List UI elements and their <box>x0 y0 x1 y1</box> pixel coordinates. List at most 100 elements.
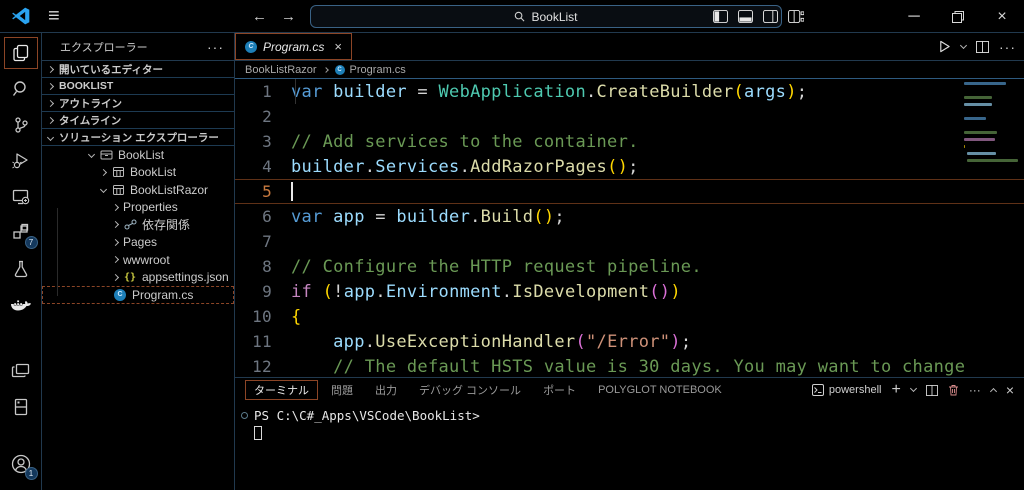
code-line-7[interactable]: 7 <box>235 229 1024 254</box>
remote-explorer-icon[interactable] <box>4 181 38 213</box>
code-line-5[interactable]: 5 <box>235 179 1024 204</box>
terminal-dropdown-icon[interactable] <box>909 384 917 393</box>
explorer-sidebar: エクスプローラー ··· 開いているエディター BOOKLIST アウトライン タイム… <box>42 33 235 490</box>
run-dropdown-icon[interactable] <box>959 41 968 49</box>
sidebar-section-1[interactable]: BOOKLIST <box>42 78 234 95</box>
panel-tab-1[interactable]: 問題 <box>322 380 362 400</box>
sidebar-section-0[interactable]: 開いているエディター <box>42 61 234 78</box>
code-line-11[interactable]: 11 app.UseExceptionHandler("/Error"); <box>235 79 1024 354</box>
panel-tab-4[interactable]: ポート <box>534 380 585 400</box>
toggle-panel-icon[interactable] <box>738 10 753 23</box>
tree-item-properties[interactable]: Properties <box>42 199 234 217</box>
search-view-icon[interactable] <box>4 73 38 105</box>
code-line-4[interactable]: 4 builder.Services.AddRazorPages(); <box>235 154 1024 179</box>
code-editor[interactable]: 1 var builder = WebApplication.CreateBuil… <box>235 79 1024 377</box>
customize-layout-icon[interactable] <box>788 10 804 23</box>
toggle-primary-sidebar-icon[interactable] <box>713 10 728 23</box>
code-line-8[interactable]: 8// Configure the HTTP request pipeline. <box>235 254 1024 279</box>
line-number[interactable]: 6 <box>235 207 291 226</box>
sidebar-section-4[interactable]: ソリューション エクスプローラー <box>42 129 234 146</box>
window-close-button[interactable]: × <box>980 0 1024 33</box>
nav-forward-icon[interactable]: → <box>281 8 296 25</box>
line-number[interactable]: 3 <box>235 132 291 151</box>
code-line-9[interactable]: 9 if (!app.Environment.IsDevelopment()) <box>235 279 1024 304</box>
tree-item-label: Pages <box>123 235 158 250</box>
explorer-icon[interactable] <box>3 37 38 69</box>
terminal-shell-chip[interactable]: powershell <box>811 384 881 396</box>
run-and-debug-icon[interactable] <box>4 145 38 177</box>
code-line-6[interactable]: 6 var app = builder.Build(); <box>235 204 1024 229</box>
menu-hamburger-icon[interactable]: ≡ <box>48 6 60 26</box>
line-number[interactable]: 2 <box>235 107 291 126</box>
line-number[interactable]: 7 <box>235 232 291 251</box>
code-text: app.UseExceptionHandler("/Error"); <box>333 331 692 352</box>
tab-close-icon[interactable]: × <box>334 39 342 54</box>
kill-terminal-trash-icon[interactable] <box>948 384 959 396</box>
extensions-icon[interactable]: 7 <box>4 217 38 249</box>
breadcrumb-project[interactable]: BookListRazor <box>245 64 317 76</box>
sidebar-section-3[interactable]: タイムライン <box>42 112 234 129</box>
tree-item-label: Properties <box>123 200 178 215</box>
code-line-10[interactable]: 10{ <box>235 304 1024 329</box>
breadcrumb-file[interactable]: Program.cs <box>350 64 406 76</box>
code-line-12[interactable]: 12 // The default HSTS value is 30 days.… <box>235 79 1024 377</box>
live-preview-icon[interactable] <box>4 355 38 387</box>
tree-item-pages[interactable]: Pages <box>42 234 234 252</box>
code-line-1[interactable]: 1 var builder = WebApplication.CreateBuil… <box>235 79 1024 104</box>
search-icon <box>515 11 525 22</box>
polyglot-notebook-icon[interactable] <box>4 391 38 423</box>
new-terminal-icon[interactable]: + <box>891 381 900 399</box>
line-number[interactable]: 4 <box>235 157 291 176</box>
window-restore-button[interactable] <box>936 0 980 33</box>
terminal-view[interactable]: PS C:\C#_Apps\VSCode\BookList> <box>235 402 1024 490</box>
docker-icon[interactable] <box>4 289 38 321</box>
panel-tab-0[interactable]: ターミナル <box>245 380 318 400</box>
json-file-icon: {} <box>123 271 137 283</box>
nav-back-icon[interactable]: ← <box>252 8 267 25</box>
tree-item-label: BookListRazor <box>130 182 209 197</box>
tree-item-booklist[interactable]: BookList <box>42 146 234 164</box>
line-number[interactable]: 12 <box>235 357 291 376</box>
accounts-icon[interactable]: 1 <box>4 448 38 480</box>
chevron-right-icon <box>111 221 120 229</box>
split-editor-icon[interactable] <box>976 40 989 53</box>
project-icon <box>111 166 125 179</box>
tree-item-booklistrazor[interactable]: BookListRazor <box>42 181 234 199</box>
maximize-panel-icon[interactable] <box>989 387 997 396</box>
code-line-3[interactable]: 3// Add services to the container. <box>235 129 1024 154</box>
panel-tab-2[interactable]: 出力 <box>366 380 406 400</box>
panel-tab-5[interactable]: POLYGLOT NOTEBOOK <box>589 380 731 400</box>
window-minimize-button[interactable]: ─ <box>892 0 936 33</box>
code-line-2[interactable]: 2 <box>235 104 1024 129</box>
tree-item--[interactable]: 依存関係 <box>42 216 234 234</box>
line-number[interactable]: 9 <box>235 282 291 301</box>
tree-item-program-cs[interactable]: C Program.cs <box>42 286 234 304</box>
testing-icon[interactable] <box>4 253 38 285</box>
run-button-icon[interactable] <box>938 40 951 53</box>
line-number[interactable]: 1 <box>235 82 291 101</box>
minimap[interactable] <box>964 82 1020 166</box>
sidebar-more-actions-icon[interactable]: ··· <box>207 39 224 55</box>
sidebar-section-2[interactable]: アウトライン <box>42 95 234 112</box>
panel-tab-bar: ターミナル 問題 出力 デバッグ コンソール ポート POLYGLOT NOTEBOOK … <box>235 378 1024 402</box>
line-number[interactable]: 5 <box>235 182 291 201</box>
toggle-secondary-sidebar-icon[interactable] <box>763 10 778 23</box>
split-terminal-icon[interactable] <box>925 384 938 396</box>
line-number[interactable]: 8 <box>235 257 291 276</box>
source-control-icon[interactable] <box>4 109 38 141</box>
chevron-down-icon <box>99 186 108 194</box>
line-number[interactable]: 10 <box>235 307 291 326</box>
editor-cursor <box>291 182 293 201</box>
editor-more-actions-icon[interactable]: ··· <box>999 39 1016 55</box>
command-center-search[interactable]: BookList <box>310 5 782 28</box>
tree-item-booklist[interactable]: BookList <box>42 164 234 182</box>
panel-more-actions-icon[interactable]: ··· <box>969 383 981 397</box>
panel-tab-3[interactable]: デバッグ コンソール <box>410 380 530 400</box>
close-panel-icon[interactable]: × <box>1006 382 1014 398</box>
tab-program-cs[interactable]: C Program.cs × <box>235 33 352 60</box>
tree-item-label: BookList <box>130 165 177 180</box>
line-number[interactable]: 11 <box>235 332 291 351</box>
editor-tab-bar: C Program.cs × ··· <box>235 33 1024 61</box>
tree-item-appsettings-json[interactable]: {} appsettings.json <box>42 269 234 287</box>
tree-item-wwwroot[interactable]: wwwroot <box>42 251 234 269</box>
